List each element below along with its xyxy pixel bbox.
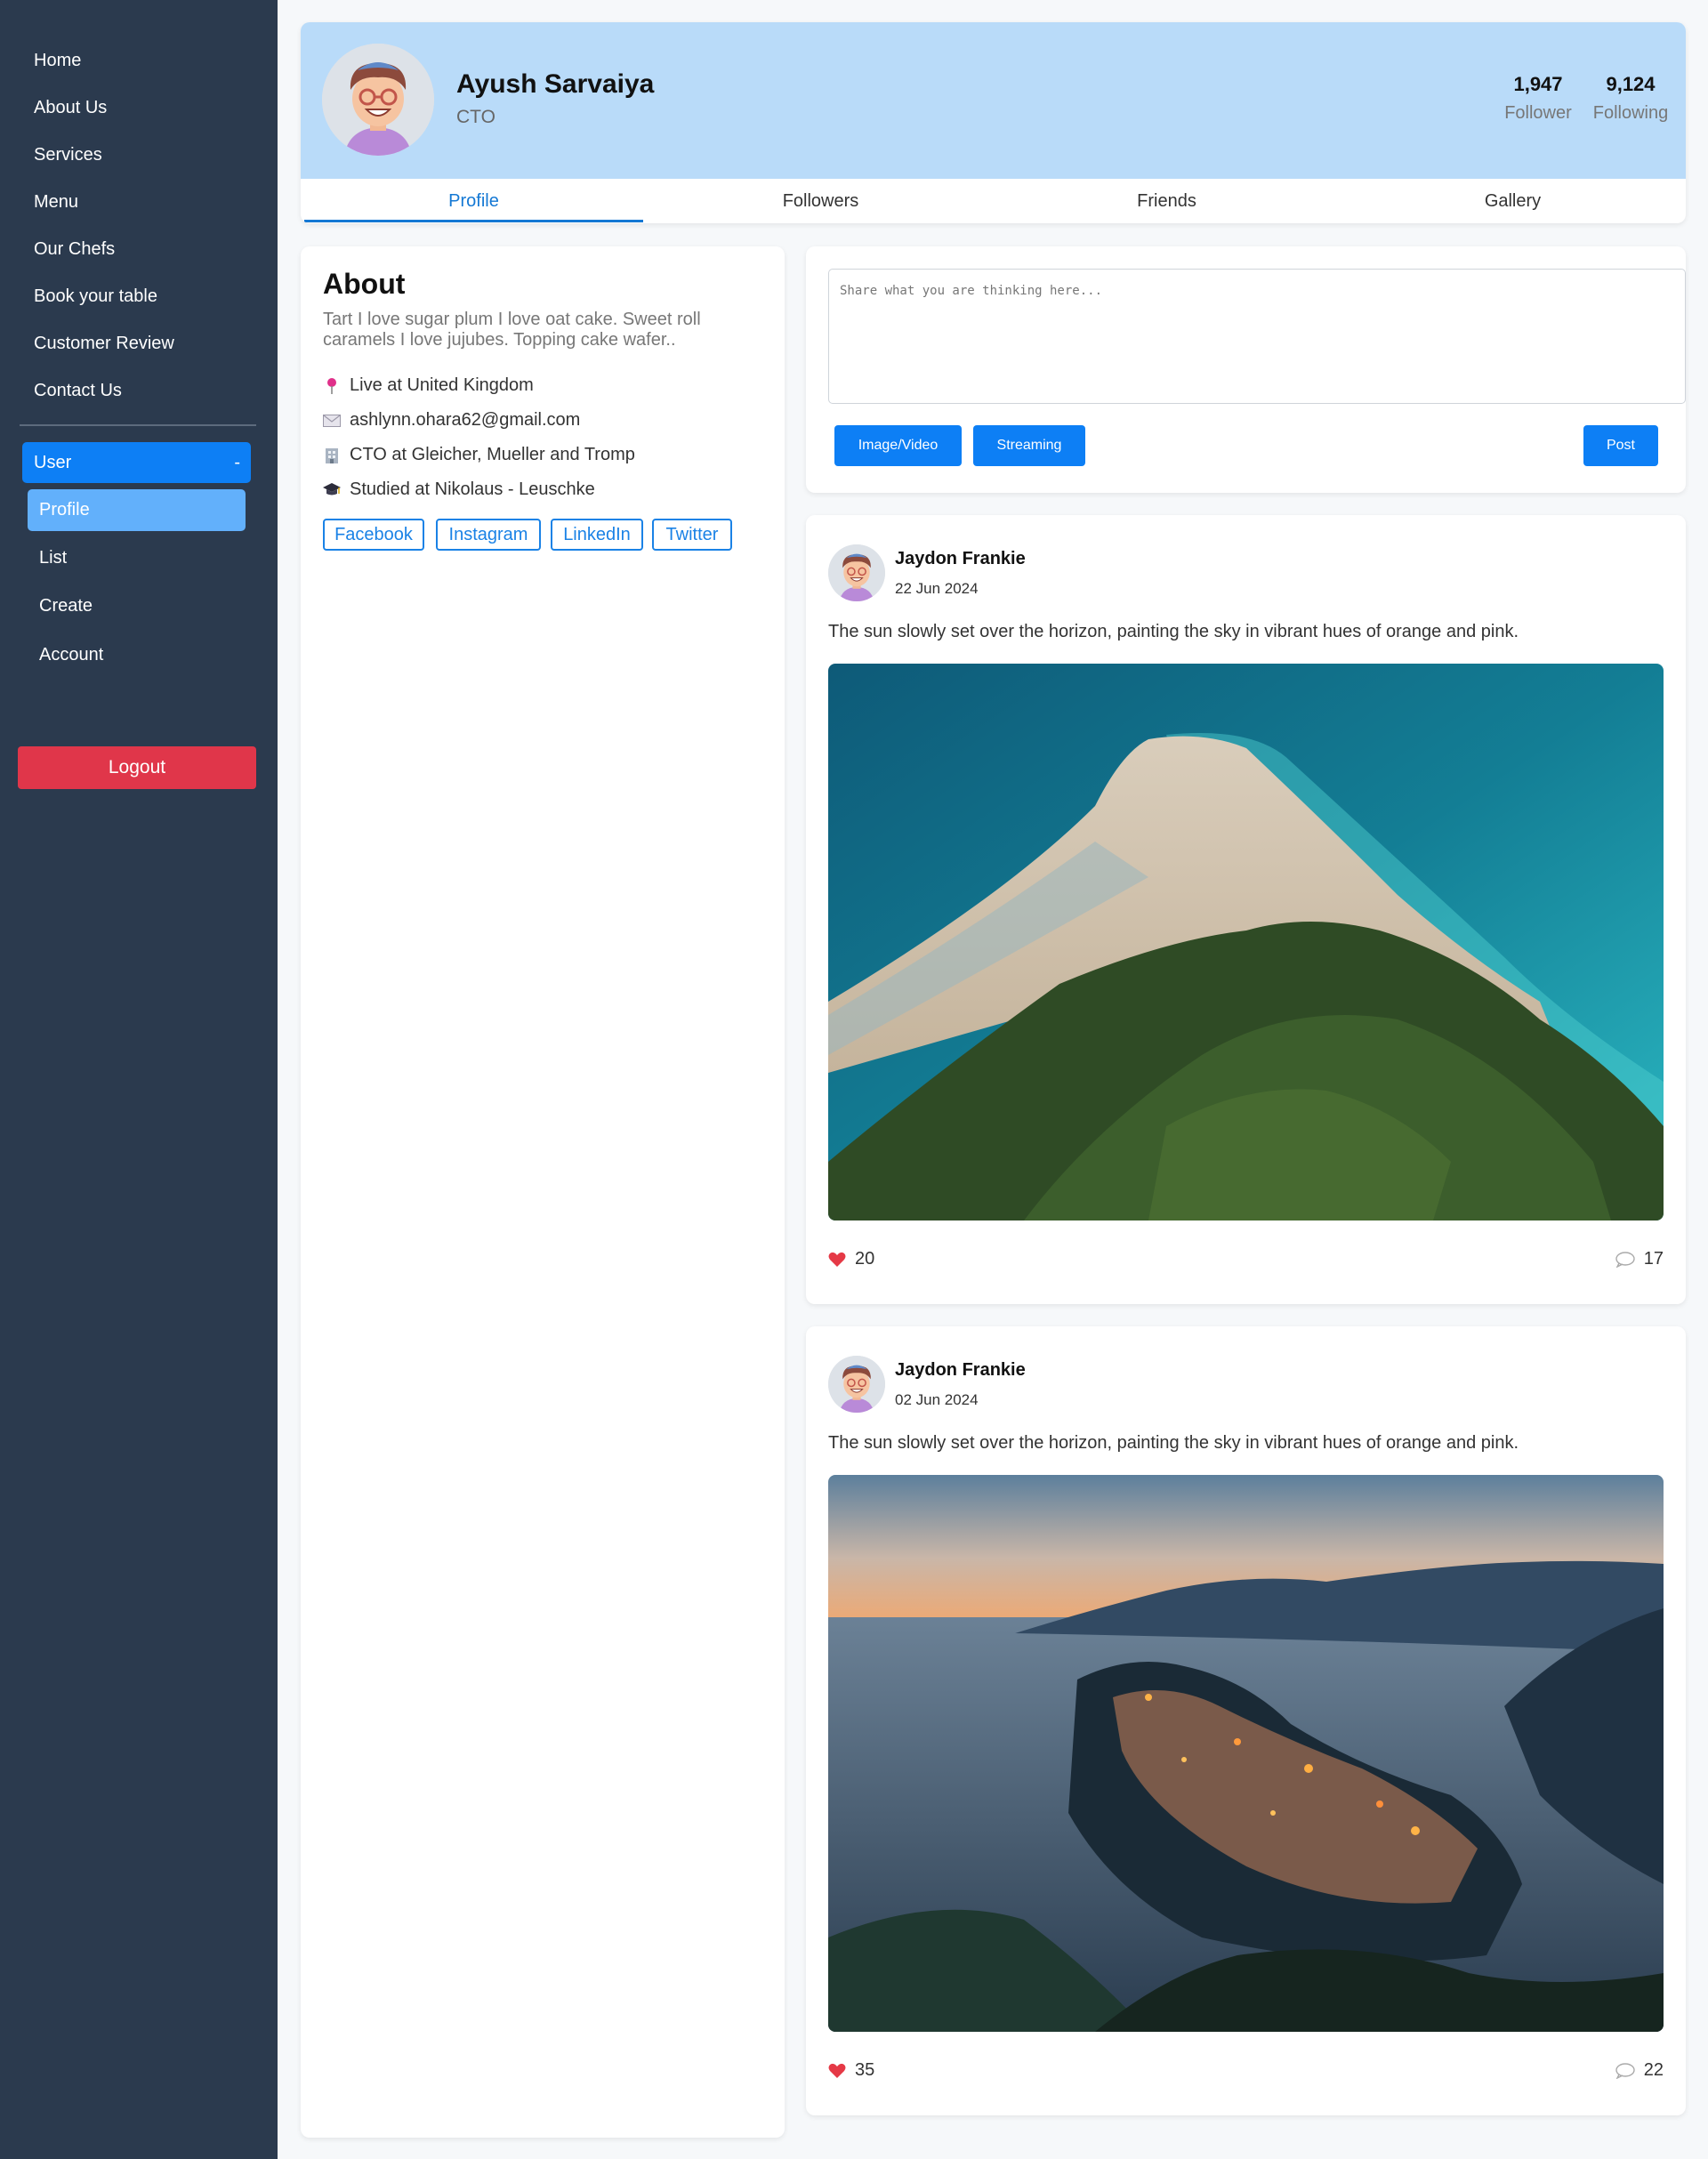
building-icon: [323, 447, 341, 464]
tab-friends[interactable]: Friends: [997, 179, 1336, 223]
profile-banner: Ayush Sarvaiya CTO 1,947 Follower 9,124 …: [301, 22, 1686, 179]
profile-header: Ayush Sarvaiya CTO 1,947 Follower 9,124 …: [301, 22, 1686, 223]
profile-name: Ayush Sarvaiya: [456, 69, 655, 99]
graduation-cap-icon: [323, 481, 341, 499]
image-video-button[interactable]: Image/Video: [834, 425, 962, 466]
comment-bubble-icon: [1615, 1251, 1635, 1268]
post-composer: Image/Video Streaming Post: [806, 246, 1686, 493]
post-text: The sun slowly set over the horizon, pai…: [828, 622, 1519, 641]
twitter-link[interactable]: Twitter: [652, 519, 732, 551]
post-text: The sun slowly set over the horizon, pai…: [828, 1433, 1519, 1453]
post-card: Jaydon Frankie 22 Jun 2024 The sun slowl…: [806, 515, 1686, 1304]
comment-button[interactable]: 22: [1615, 2060, 1664, 2081]
like-button[interactable]: 20: [828, 1249, 874, 1269]
nav-book-your-table[interactable]: Book your table: [0, 273, 278, 320]
post-author[interactable]: Jaydon Frankie: [895, 549, 1026, 569]
profile-tabs: Profile Followers Friends Gallery: [301, 179, 1686, 223]
tab-followers[interactable]: Followers: [651, 179, 990, 223]
user-menu-toggle[interactable]: User -: [22, 442, 251, 483]
streaming-button[interactable]: Streaming: [973, 425, 1085, 466]
active-tab-indicator: [304, 220, 643, 222]
tab-profile[interactable]: Profile: [304, 179, 643, 223]
about-card: About Tart I love sugar plum I love oat …: [301, 246, 785, 2138]
instagram-link[interactable]: Instagram: [436, 519, 541, 551]
comment-count: 22: [1643, 2060, 1664, 2080]
location-row: Live at United Kingdom: [323, 375, 534, 396]
nav-contact-us[interactable]: Contact Us: [0, 367, 278, 415]
sidebar: Home About Us Services Menu Our Chefs Bo…: [0, 0, 278, 2159]
post-image-beach[interactable]: [828, 664, 1664, 1220]
like-button[interactable]: 35: [828, 2060, 874, 2081]
sidebar-divider: [20, 424, 256, 426]
comment-bubble-icon: [1615, 2062, 1635, 2079]
about-bio: Tart I love sugar plum I love oat cake. …: [323, 310, 701, 350]
location-text: Live at United Kingdom: [350, 375, 534, 395]
post-image-coastal-town[interactable]: [828, 1475, 1664, 2032]
like-count: 20: [855, 1249, 875, 1269]
nav-customer-review[interactable]: Customer Review: [0, 320, 278, 367]
post-date: 22 Jun 2024: [895, 580, 979, 597]
sidebar-nav: Home About Us Services Menu Our Chefs Bo…: [0, 37, 278, 415]
sub-item-list[interactable]: List: [28, 537, 246, 579]
logout-button[interactable]: Logout: [18, 746, 256, 789]
post-card: Jaydon Frankie 02 Jun 2024 The sun slowl…: [806, 1326, 1686, 2115]
post-author-avatar: [828, 544, 885, 601]
following-label: Following: [1592, 103, 1669, 123]
follower-label: Follower: [1504, 103, 1572, 123]
heart-icon: [828, 2063, 846, 2078]
facebook-link[interactable]: Facebook: [323, 519, 424, 551]
education-row: Studied at Nikolaus - Leuschke: [323, 479, 595, 500]
about-title: About: [323, 268, 406, 300]
post-date: 02 Jun 2024: [895, 1391, 979, 1408]
heart-icon: [828, 1252, 846, 1267]
nav-our-chefs[interactable]: Our Chefs: [0, 226, 278, 273]
work-text: CTO at Gleicher, Mueller and Tromp: [350, 445, 635, 464]
following-count: 9,124: [1606, 73, 1656, 95]
work-row: CTO at Gleicher, Mueller and Tromp: [323, 445, 635, 465]
follower-stat[interactable]: 1,947 Follower: [1498, 73, 1578, 124]
post-button[interactable]: Post: [1583, 425, 1658, 466]
avatar: [322, 44, 434, 156]
post-author[interactable]: Jaydon Frankie: [895, 1360, 1026, 1381]
follower-count: 1,947: [1513, 73, 1563, 95]
tab-gallery[interactable]: Gallery: [1343, 179, 1682, 223]
profile-role: CTO: [456, 107, 495, 127]
sub-item-account[interactable]: Account: [28, 634, 246, 676]
email-row: ashlynn.ohara62@gmail.com: [323, 410, 580, 431]
nav-about-us[interactable]: About Us: [0, 85, 278, 132]
nav-home[interactable]: Home: [0, 37, 278, 85]
pin-icon: [323, 377, 341, 395]
like-count: 35: [855, 2060, 875, 2080]
sub-item-create[interactable]: Create: [28, 585, 246, 627]
post-author-avatar: [828, 1356, 885, 1413]
post-input[interactable]: [828, 269, 1686, 404]
education-text: Studied at Nikolaus - Leuschke: [350, 479, 595, 499]
collapse-icon: -: [234, 453, 240, 472]
nav-menu[interactable]: Menu: [0, 179, 278, 226]
nav-services[interactable]: Services: [0, 132, 278, 179]
sub-item-profile[interactable]: Profile: [28, 489, 246, 531]
comment-count: 17: [1643, 1249, 1664, 1269]
email-text: ashlynn.ohara62@gmail.com: [350, 410, 581, 430]
linkedin-link[interactable]: LinkedIn: [551, 519, 643, 551]
mail-icon: [323, 412, 341, 430]
following-stat[interactable]: 9,124 Following: [1586, 73, 1675, 124]
user-menu-label: User: [34, 453, 72, 472]
comment-button[interactable]: 17: [1615, 1249, 1664, 1269]
